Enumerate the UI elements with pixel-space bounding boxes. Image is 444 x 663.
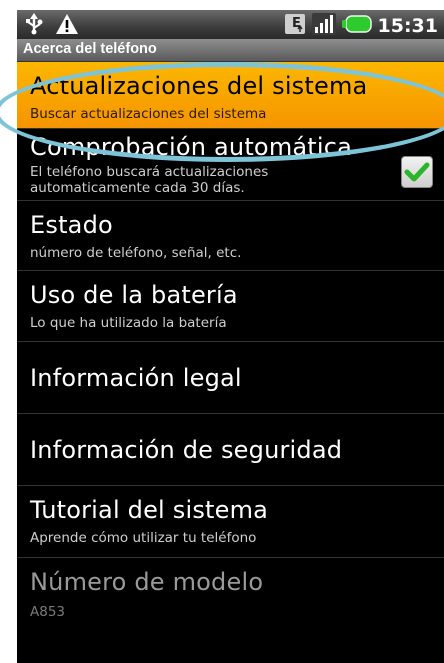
setting-safety-info[interactable]: Información de seguridad: [17, 414, 444, 486]
battery-icon: [341, 15, 372, 37]
title-bar: Acerca del teléfono: [17, 39, 444, 62]
setting-title: Información de seguridad: [30, 436, 343, 464]
setting-title: Información legal: [30, 364, 242, 392]
clock: 15:31: [377, 15, 438, 37]
checkmark-icon: [404, 162, 430, 182]
setting-title: Tutorial del sistema: [30, 496, 269, 524]
setting-subtitle: Lo que ha utilizado la batería: [30, 315, 227, 331]
usb-icon: [23, 13, 45, 39]
setting-title: Número de modelo: [30, 568, 264, 596]
setting-title: Uso de la batería: [30, 281, 238, 309]
page-title: Acerca del teléfono: [23, 41, 157, 57]
title-fade: [358, 129, 388, 169]
setting-subtitle: A853: [30, 604, 66, 620]
setting-battery-use[interactable]: Uso de la batería Lo que ha utilizado la…: [17, 271, 444, 342]
setting-legal-info[interactable]: Información legal: [17, 342, 444, 414]
setting-subtitle: Buscar actualizaciones del sistema: [30, 106, 267, 122]
setting-title: Comprobación automática: [30, 133, 353, 161]
setting-subtitle-line2: automaticamente cada 30 días.: [30, 180, 245, 196]
status-bar: E 15:31: [17, 10, 444, 39]
setting-subtitle: El teléfono buscará actualizaciones: [30, 164, 269, 180]
warning-icon: [55, 13, 79, 39]
phone-screen: E 15:31 Acerca del teléfono Actualizacio…: [17, 10, 444, 663]
setting-auto-check[interactable]: Comprobación automática El teléfono busc…: [17, 129, 444, 201]
setting-subtitle: Aprende cómo utilizar tu teléfono: [30, 530, 257, 546]
setting-system-updates[interactable]: Actualizaciones del sistema Buscar actua…: [17, 62, 444, 129]
setting-title: Actualizaciones del sistema: [30, 72, 368, 100]
edge-network-icon: E: [284, 13, 306, 39]
setting-system-tutorial[interactable]: Tutorial del sistema Aprende cómo utiliz…: [17, 486, 444, 558]
setting-title: Estado: [30, 211, 113, 239]
settings-list: Actualizaciones del sistema Buscar actua…: [17, 62, 444, 630]
setting-model-number: Número de modelo A853: [17, 558, 444, 630]
setting-subtitle: número de teléfono, señal, etc.: [30, 245, 242, 261]
signal-icon: [311, 13, 336, 39]
auto-check-checkbox[interactable]: [401, 156, 433, 188]
setting-status[interactable]: Estado número de teléfono, señal, etc.: [17, 201, 444, 271]
